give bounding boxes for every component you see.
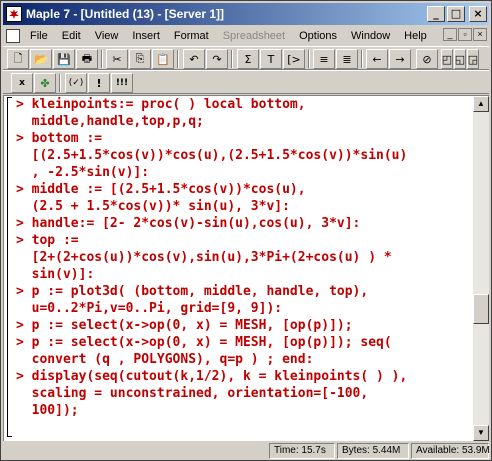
zoom-medium-icon[interactable]: ◱: [454, 49, 466, 69]
toolbar-separator: [177, 50, 179, 68]
input-line[interactable]: > p := plot3d( (bottom, middle, handle, …: [16, 283, 368, 300]
new-document-icon[interactable]: 🗋: [7, 49, 29, 69]
menu-options[interactable]: Options: [292, 30, 344, 42]
input-line[interactable]: > display(seq(cutout(k,1/2), k = kleinpo…: [16, 368, 407, 385]
maple-window: Maple 7 - [Untitled (13) - [Server 1]] _…: [0, 0, 492, 461]
execute-icon[interactable]: !: [88, 73, 110, 93]
maple-leaf-icon[interactable]: ✤: [34, 73, 56, 93]
menu-edit[interactable]: Edit: [55, 30, 88, 42]
menu-insert[interactable]: Insert: [125, 30, 167, 42]
doc-close-button[interactable]: ×: [473, 28, 487, 41]
text-icon[interactable]: T: [260, 49, 282, 69]
toolbar-separator: [231, 50, 233, 68]
close-button[interactable]: ×: [469, 6, 487, 22]
sigma-icon[interactable]: Σ: [237, 49, 259, 69]
paste-icon[interactable]: 📋: [152, 49, 174, 69]
worksheet-content[interactable]: > kleinpoints:= proc( ) local bottom, mi…: [4, 96, 474, 441]
input-line[interactable]: > handle:= [2- 2*cos(v)-sin(u),cos(u), 3…: [16, 215, 360, 232]
input-line[interactable]: convert (q , POLYGONS), q=p ) ; end:: [16, 351, 314, 368]
worksheet[interactable]: > kleinpoints:= proc( ) local bottom, mi…: [3, 95, 489, 441]
doc-restore-button[interactable]: ▫: [458, 28, 472, 41]
menu-window[interactable]: Window: [344, 30, 397, 42]
scroll-thumb[interactable]: [473, 294, 489, 324]
input-line[interactable]: > bottom :=: [16, 130, 102, 147]
back-arrow-icon[interactable]: ←: [366, 49, 388, 69]
scroll-down-icon[interactable]: ▼: [473, 425, 489, 441]
menu-bar: File Edit View Insert Format Spreadsheet…: [3, 26, 489, 45]
scroll-up-icon[interactable]: ▲: [473, 96, 489, 112]
toolbar-separator: [101, 50, 103, 68]
prompt-icon[interactable]: [>: [283, 49, 305, 69]
execution-group-bracket[interactable]: [7, 97, 12, 437]
menu-file[interactable]: File: [23, 30, 55, 42]
toolbar-separator: [308, 50, 310, 68]
status-bytes: Bytes: 5.44M: [337, 443, 409, 459]
zoom-large-icon[interactable]: ◲: [467, 49, 479, 69]
zoom-small-icon[interactable]: ◰: [441, 49, 453, 69]
input-line[interactable]: > top :=: [16, 232, 79, 249]
document-icon[interactable]: [6, 28, 20, 43]
execute-all-icon[interactable]: !!!: [111, 73, 133, 93]
cut-icon[interactable]: ✂: [106, 49, 128, 69]
input-line[interactable]: [(2.5+1.5*cos(v))*cos(u),(2.5+1.5*cos(v)…: [16, 147, 408, 164]
indent-icon[interactable]: ≡: [313, 49, 335, 69]
vertical-scrollbar[interactable]: ▲ ▼: [473, 96, 489, 441]
menu-help[interactable]: Help: [397, 30, 434, 42]
toolbar-separator: [361, 50, 363, 68]
print-icon[interactable]: 🖶: [76, 49, 98, 69]
context-toolbar: x ✤ (✓) ! !!!: [3, 70, 489, 94]
save-icon[interactable]: 💾: [53, 49, 75, 69]
menu-spreadsheet[interactable]: Spreadsheet: [216, 30, 292, 42]
inert-icon[interactable]: (✓): [65, 73, 87, 93]
maple-notation-icon[interactable]: x: [11, 73, 33, 93]
undo-icon[interactable]: ↶: [183, 49, 205, 69]
input-line[interactable]: scaling = unconstrained, orientation=[-1…: [16, 385, 369, 402]
input-line[interactable]: > p := select(x->op(0, x) = MESH, [op(p)…: [16, 334, 392, 351]
status-time: Time: 15.7s: [269, 443, 335, 459]
input-line[interactable]: [2+(2+cos(u))*cos(v),sin(u),3*Pi+(2+cos(…: [16, 249, 392, 266]
title-bar: Maple 7 - [Untitled (13) - [Server 1]] _…: [3, 3, 489, 25]
status-available: Available: 53.9M: [411, 443, 490, 459]
minimize-button[interactable]: _: [427, 6, 445, 22]
input-line[interactable]: > p := select(x->op(0, x) = MESH, [op(p)…: [16, 317, 353, 334]
toolbar-separator: [59, 74, 61, 92]
input-line[interactable]: middle,handle,top,p,q;: [16, 113, 204, 130]
window-title: Maple 7 - [Untitled (13) - [Server 1]]: [26, 7, 225, 21]
input-line[interactable]: u=0..2*Pi,v=0..Pi, grid=[9, 9]):: [16, 300, 282, 317]
input-line[interactable]: sin(v)]:: [16, 266, 95, 283]
stop-icon[interactable]: ⊘: [416, 49, 438, 69]
menu-view[interactable]: View: [88, 30, 126, 42]
input-line[interactable]: (2.5 + 1.5*cos(v))* sin(u), 3*v]:: [16, 198, 290, 215]
outdent-icon[interactable]: ≣: [336, 49, 358, 69]
maximize-button[interactable]: □: [447, 6, 465, 22]
standard-toolbar: 🗋 📂 💾 🖶 ✂ ⎘ 📋 ↶ ↷ Σ T [> ≡ ≣ ← → ⊘ ◰ ◱ ◲: [3, 46, 489, 70]
input-line[interactable]: > middle := [(2.5+1.5*cos(v))*cos(u),: [16, 181, 306, 198]
input-line[interactable]: 100]);: [16, 402, 79, 419]
input-line[interactable]: > kleinpoints:= proc( ) local bottom,: [16, 96, 306, 113]
open-icon[interactable]: 📂: [30, 49, 52, 69]
doc-minimize-button[interactable]: _: [443, 28, 457, 41]
maple-app-icon: [6, 6, 22, 22]
redo-icon[interactable]: ↷: [206, 49, 228, 69]
input-line[interactable]: , -2.5*sin(v)]:: [16, 164, 149, 181]
menu-format[interactable]: Format: [167, 30, 216, 42]
copy-icon[interactable]: ⎘: [129, 49, 151, 69]
status-bar: Time: 15.7s Bytes: 5.44M Available: 53.9…: [3, 442, 490, 460]
forward-arrow-icon[interactable]: →: [389, 49, 411, 69]
